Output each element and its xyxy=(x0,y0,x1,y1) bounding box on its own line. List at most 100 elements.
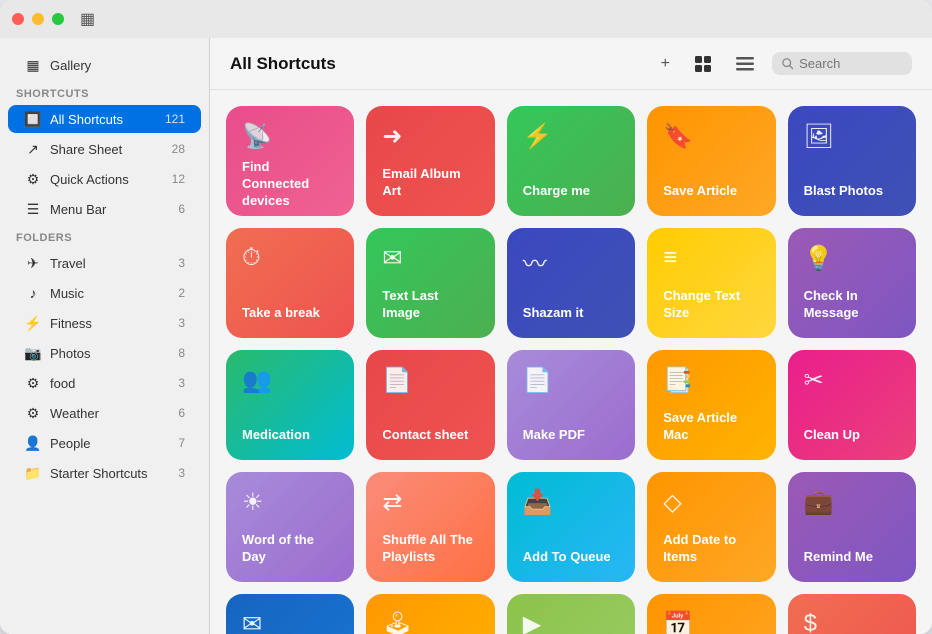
add-button[interactable]: + xyxy=(655,51,676,77)
sidebar: ▦ Gallery Shortcuts 🔲 All Shortcuts 121 … xyxy=(0,38,210,634)
email-album-label: Email Album Art xyxy=(382,166,478,200)
card-email-album[interactable]: ➜ Email Album Art xyxy=(366,106,494,216)
check-in-message-icon: 💡 xyxy=(804,244,900,273)
sidebar-item-all-shortcuts[interactable]: 🔲 All Shortcuts 121 xyxy=(8,105,201,133)
email-album-icon: ➜ xyxy=(382,122,478,151)
music-icon: ♪ xyxy=(24,284,42,302)
card-save-article[interactable]: 🔖 Save Article xyxy=(647,106,775,216)
card-add-date-items[interactable]: ◇ Add Date to Items xyxy=(647,472,775,582)
check-in-message-label: Check In Message xyxy=(804,288,900,322)
sidebar-item-menu-bar[interactable]: ☰ Menu Bar 6 xyxy=(8,195,201,223)
sidebar-toggle-icon[interactable]: ▦ xyxy=(80,9,95,29)
change-text-size-label: Change Text Size xyxy=(663,288,759,322)
grid-icon xyxy=(694,55,712,73)
charge-me-icon: ⚡ xyxy=(523,122,619,151)
card-remind-me[interactable]: 💼 Remind Me xyxy=(788,472,916,582)
sidebar-item-photos[interactable]: 📷 Photos 8 xyxy=(8,339,201,367)
blast-photos-label: Blast Photos xyxy=(804,183,900,200)
food-count: 3 xyxy=(165,376,185,390)
sidebar-gallery-label: Gallery xyxy=(50,58,185,73)
close-button[interactable] xyxy=(12,13,24,25)
card-shazam-it[interactable]: 〰 Shazam it xyxy=(507,228,635,338)
maximize-button[interactable] xyxy=(52,13,64,25)
card-sort-lines[interactable]: ▶ Sort Lines xyxy=(507,594,635,634)
share-sheet-icon: ↗ xyxy=(24,140,42,158)
people-count: 7 xyxy=(165,436,185,450)
text-last-image-icon: ✉ xyxy=(382,244,478,273)
fitness-icon: ⚡ xyxy=(24,314,42,332)
list-view-button[interactable] xyxy=(730,53,760,75)
card-shuffle-playlists[interactable]: ⇄ Shuffle All The Playlists xyxy=(366,472,494,582)
card-text-last-image[interactable]: ✉ Text Last Image xyxy=(366,228,494,338)
make-pdf-icon: 📄 xyxy=(523,366,619,395)
add-to-queue-label: Add To Queue xyxy=(523,549,619,566)
all-shortcuts-count: 121 xyxy=(165,112,185,126)
save-article-icon: 🔖 xyxy=(663,122,759,151)
card-contact-sheet[interactable]: 📄 Contact sheet xyxy=(366,350,494,460)
main-layout: ▦ Gallery Shortcuts 🔲 All Shortcuts 121 … xyxy=(0,38,932,634)
sidebar-item-quick-actions[interactable]: ⚙ Quick Actions 12 xyxy=(8,165,201,193)
add-to-queue-icon: 📥 xyxy=(523,488,619,517)
food-icon: ⚙ xyxy=(24,374,42,392)
photos-icon: 📷 xyxy=(24,344,42,362)
sidebar-folders-header: Folders xyxy=(0,224,209,248)
sidebar-item-music[interactable]: ♪ Music 2 xyxy=(8,279,201,307)
shortcuts-grid: 📡 Find Connected devices ➜ Email Album A… xyxy=(210,90,932,634)
search-bar xyxy=(772,52,912,75)
sidebar-item-fitness[interactable]: ⚡ Fitness 3 xyxy=(8,309,201,337)
search-input[interactable] xyxy=(799,56,902,71)
card-save-article-mac[interactable]: 📑 Save Article Mac xyxy=(647,350,775,460)
photos-label: Photos xyxy=(50,346,165,361)
sidebar-item-gallery[interactable]: ▦ Gallery xyxy=(8,51,201,79)
remind-me-icon: 💼 xyxy=(804,488,900,517)
text-last-image-label: Text Last Image xyxy=(382,288,478,322)
list-icon xyxy=(736,57,754,71)
card-check-in-message[interactable]: 💡 Check In Message xyxy=(788,228,916,338)
shuffle-playlists-label: Shuffle All The Playlists xyxy=(382,532,478,566)
remind-me-label: Remind Me xyxy=(804,549,900,566)
card-calculate-tip[interactable]: $ Calculate Tip xyxy=(788,594,916,634)
find-connected-icon: 📡 xyxy=(242,122,338,151)
photos-count: 8 xyxy=(165,346,185,360)
card-medication[interactable]: 👥 Medication xyxy=(226,350,354,460)
card-take-break[interactable]: ⏱ Take a break xyxy=(226,228,354,338)
sidebar-item-starter[interactable]: 📁 Starter Shortcuts 3 xyxy=(8,459,201,487)
titlebar: ▦ xyxy=(0,0,932,38)
menu-bar-label: Menu Bar xyxy=(50,202,165,217)
grid-view-button[interactable] xyxy=(688,51,718,77)
shazam-it-label: Shazam it xyxy=(523,305,619,322)
find-connected-label: Find Connected devices xyxy=(242,159,338,210)
make-pdf-label: Make PDF xyxy=(523,427,619,444)
card-how-many-days[interactable]: 📅 How Many Days Until xyxy=(647,594,775,634)
minimize-button[interactable] xyxy=(32,13,44,25)
all-shortcuts-icon: 🔲 xyxy=(24,110,42,128)
card-change-text-size[interactable]: ≡ Change Text Size xyxy=(647,228,775,338)
sidebar-item-travel[interactable]: ✈ Travel 3 xyxy=(8,249,201,277)
sidebar-item-weather[interactable]: ⚙ Weather 6 xyxy=(8,399,201,427)
card-clean-up[interactable]: ✂ Clean Up xyxy=(788,350,916,460)
card-charge-me[interactable]: ⚡ Charge me xyxy=(507,106,635,216)
save-article-label: Save Article xyxy=(663,183,759,200)
sidebar-item-food[interactable]: ⚙ food 3 xyxy=(8,369,201,397)
card-make-pdf[interactable]: 📄 Make PDF xyxy=(507,350,635,460)
change-text-size-icon: ≡ xyxy=(663,244,759,272)
starter-icon: 📁 xyxy=(24,464,42,482)
card-email-myself[interactable]: ✉ Email Myself xyxy=(226,594,354,634)
card-word-of-the-day[interactable]: ☀ Word of the Day xyxy=(226,472,354,582)
word-of-the-day-label: Word of the Day xyxy=(242,532,338,566)
card-gas-street[interactable]: 🕹 Gas On This Street xyxy=(366,594,494,634)
sidebar-item-share-sheet[interactable]: ↗ Share Sheet 28 xyxy=(8,135,201,163)
gas-street-icon: 🕹 xyxy=(382,610,478,634)
app-window: ▦ ▦ Gallery Shortcuts 🔲 All Shortcuts 12… xyxy=(0,0,932,634)
sidebar-item-people[interactable]: 👤 People 7 xyxy=(8,429,201,457)
fitness-count: 3 xyxy=(165,316,185,330)
card-blast-photos[interactable]: 🖼 Blast Photos xyxy=(788,106,916,216)
card-add-to-queue[interactable]: 📥 Add To Queue xyxy=(507,472,635,582)
add-date-items-icon: ◇ xyxy=(663,488,759,517)
blast-photos-icon: 🖼 xyxy=(804,122,900,151)
travel-label: Travel xyxy=(50,256,165,271)
shuffle-playlists-icon: ⇄ xyxy=(382,488,478,517)
card-find-connected[interactable]: 📡 Find Connected devices xyxy=(226,106,354,216)
quick-actions-icon: ⚙ xyxy=(24,170,42,188)
share-sheet-label: Share Sheet xyxy=(50,142,165,157)
